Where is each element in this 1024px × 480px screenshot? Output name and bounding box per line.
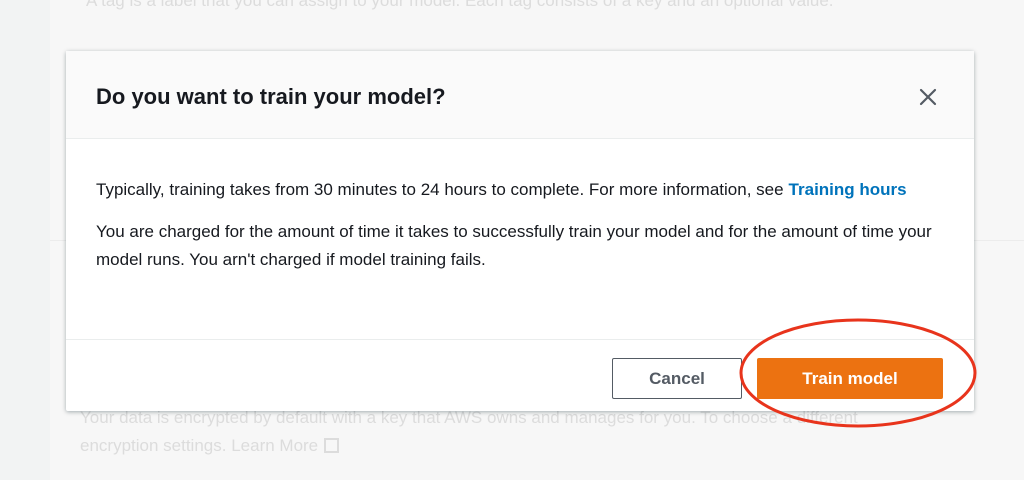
dialog-title: Do you want to train your model? (96, 84, 446, 109)
training-hours-link[interactable]: Training hours (789, 180, 907, 199)
close-icon[interactable] (918, 87, 938, 107)
background-tag-description: A tag is a label that you can assign to … (86, 0, 834, 10)
dialog-header: Do you want to train your model? (66, 51, 974, 139)
train-model-button[interactable]: Train model (757, 358, 943, 399)
dialog-body: Typically, training takes from 30 minute… (96, 176, 956, 288)
dialog-footer: Cancel Train model (66, 339, 974, 411)
training-duration-text: Typically, training takes from 30 minute… (96, 180, 784, 199)
cancel-button[interactable]: Cancel (612, 358, 742, 399)
charges-paragraph: You are charged for the amount of time i… (96, 222, 932, 269)
background-encryption-text: Your data is encrypted by default with a… (80, 404, 858, 460)
learn-more-link: Learn More (231, 436, 319, 455)
training-duration-paragraph: Typically, training takes from 30 minute… (96, 176, 956, 204)
encryption-description-line2: encryption settings. (80, 436, 227, 455)
train-model-dialog: Do you want to train your model? Typical… (66, 51, 974, 411)
external-link-icon (324, 438, 340, 453)
